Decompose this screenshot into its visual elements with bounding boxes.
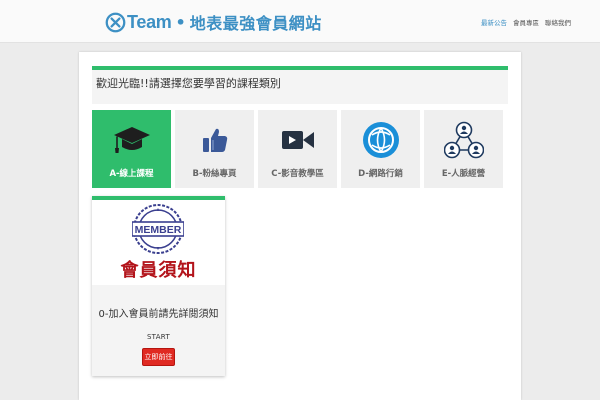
video-camera-icon [278, 120, 318, 160]
category-label: A-線上課程 [109, 169, 154, 179]
brand-separator: • [175, 12, 186, 32]
thumbs-up-icon [195, 120, 235, 160]
brand-name: Team [127, 11, 172, 32]
start-label: START [146, 333, 171, 341]
member-notice-image: MEMBER 會員須知 [92, 200, 225, 285]
category-tiles: A-線上課程 B-粉絲專頁 C-影音教學區 D-網路行銷 E-人脈經營 [92, 110, 503, 188]
member-notice-card: MEMBER 會員須知 0-加入會員前請先詳閱須知 START 立即前往 [92, 196, 225, 376]
globe-icon [361, 120, 401, 160]
brand-logo-link[interactable]: Team • 地表最強會員網站 [105, 10, 322, 34]
category-label: C-影音教學區 [271, 169, 324, 179]
category-label: D-網路行銷 [358, 169, 403, 179]
category-tile-internet-marketing[interactable]: D-網路行銷 [341, 110, 420, 188]
brand-subtitle: 地表最強會員網站 [189, 14, 322, 33]
go-now-button[interactable]: 立即前往 [142, 348, 175, 366]
category-label: B-粉絲專頁 [192, 169, 237, 179]
category-tile-online-courses[interactable]: A-線上課程 [92, 110, 171, 188]
stamp-text: MEMBER [135, 224, 182, 236]
category-tile-fan-page[interactable]: B-粉絲專頁 [175, 110, 254, 188]
welcome-notice: 歡迎光臨!!請選擇您要學習的課程類別 [92, 66, 508, 104]
top-navbar: Team • 地表最強會員網站 最新公告 會員專區 聯絡我們 [0, 0, 600, 43]
member-notice-body: 0-加入會員前請先詳閱須知 START 立即前往 [92, 285, 225, 376]
category-tile-video-tutorials[interactable]: C-影音教學區 [258, 110, 337, 188]
category-label: E-人脈經營 [441, 169, 486, 179]
network-people-icon [444, 120, 484, 160]
member-stamp-icon: MEMBER [132, 204, 184, 254]
member-notice-headline: 會員須知 [120, 260, 197, 281]
nav-link-member-area[interactable]: 會員專區 [513, 17, 539, 27]
member-notice-title: 0-加入會員前請先詳閱須知 [98, 309, 219, 320]
category-tile-networking[interactable]: E-人脈經營 [424, 110, 503, 188]
x-circle-logo-icon [105, 12, 126, 32]
main-nav: 最新公告 會員專區 聯絡我們 [481, 17, 571, 27]
nav-link-contact[interactable]: 聯絡我們 [545, 17, 571, 27]
nav-link-announcements[interactable]: 最新公告 [481, 17, 507, 27]
graduation-cap-icon [112, 120, 152, 160]
welcome-notice-text: 歡迎光臨!!請選擇您要學習的課程類別 [96, 77, 281, 90]
